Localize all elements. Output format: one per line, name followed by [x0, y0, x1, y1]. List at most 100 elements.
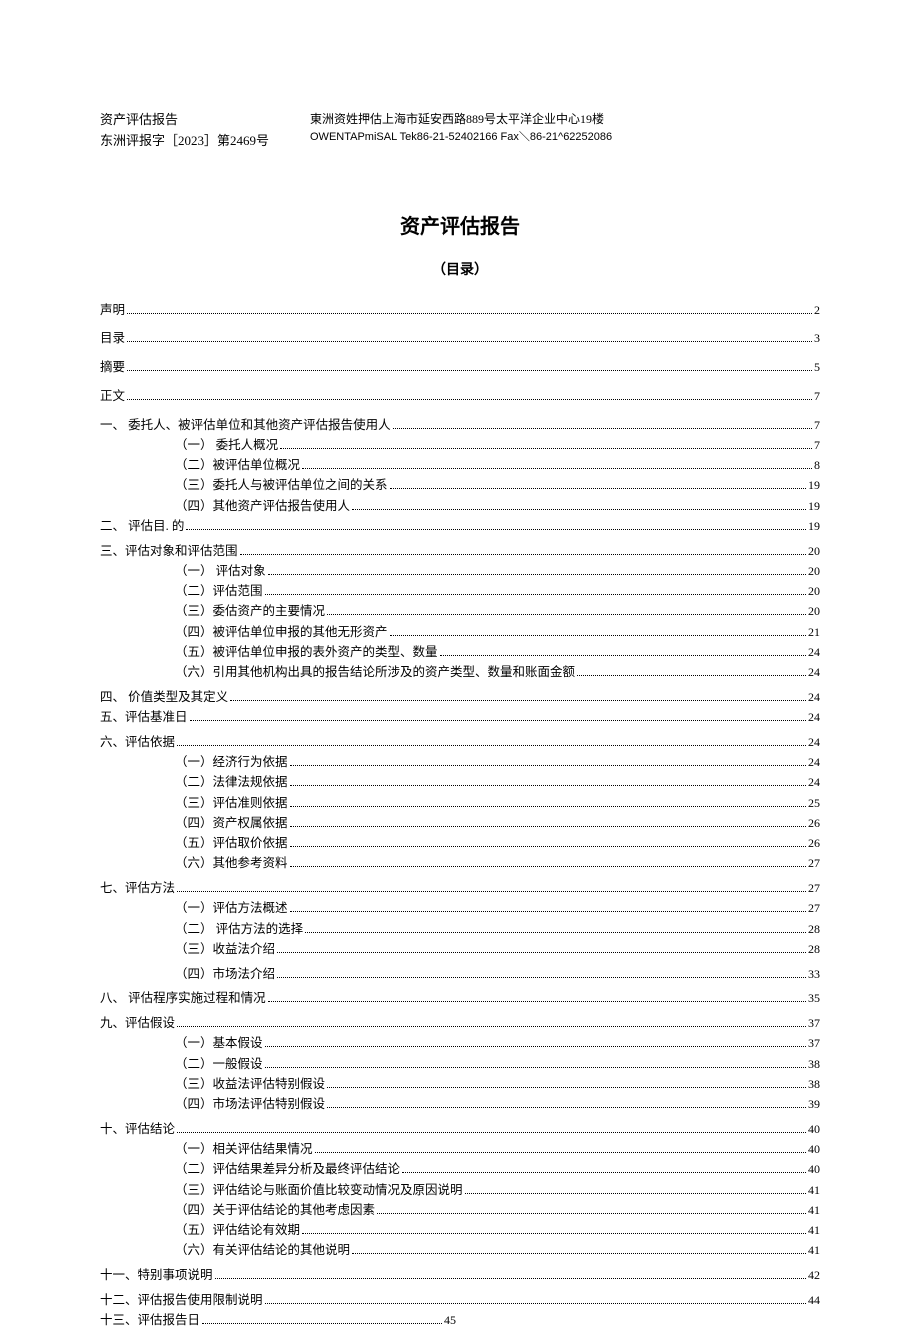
toc-page-number: 41	[808, 1201, 820, 1219]
toc-leader-dots	[577, 675, 806, 676]
toc-leader-dots	[127, 370, 812, 371]
toc-leader-dots	[177, 1132, 806, 1133]
toc-row: （六）引用其他机构出具的报告结论所涉及的资产类型、数量和账面金额24	[100, 663, 820, 682]
report-number: 东洲评报字［2023］第2469号	[100, 131, 300, 152]
toc-entry-label: 声明	[100, 301, 125, 320]
toc-entry-label: 九、评估假设	[100, 1014, 175, 1033]
toc-entry-label: （三）收益法评估特别假设	[175, 1075, 325, 1094]
toc-leader-dots	[440, 655, 806, 656]
toc-entry-label: 十一、特别事项说明	[100, 1266, 213, 1285]
toc-entry-label: （三）收益法介绍	[175, 940, 275, 959]
toc-page-number: 19	[808, 517, 820, 535]
toc-row: （一）基本假设37	[100, 1034, 820, 1053]
toc-page-number: 38	[808, 1055, 820, 1073]
toc-entry-label: （二）法律法规依据	[175, 773, 288, 792]
toc-entry-label: 目录	[100, 329, 125, 348]
toc-leader-dots	[265, 1067, 806, 1068]
toc-page-number: 26	[808, 834, 820, 852]
toc-entry-label: （一） 评估对象	[175, 562, 266, 581]
toc-page-number: 28	[808, 940, 820, 958]
toc-page-number: 20	[808, 542, 820, 560]
toc-row: 一、 委托人、被评估单位和其他资产评估报告使用人 7	[100, 416, 820, 435]
toc-page-number: 24	[808, 733, 820, 751]
toc-entry-label: （一）评估方法概述	[175, 899, 288, 918]
toc-row: （三）收益法评估特别假设38	[100, 1075, 820, 1094]
toc-leader-dots	[352, 1253, 806, 1254]
toc-row: （一） 委托人概况7	[100, 436, 820, 455]
toc-leader-dots	[390, 488, 806, 489]
toc-page-number: 26	[808, 814, 820, 832]
toc-row: （三）委估资产的主要情况20	[100, 602, 820, 621]
toc-entry-label: 十二、评估报告使用限制说明	[100, 1291, 263, 1310]
toc-row: （三）评估结论与账面价值比较变动情况及原因说明41	[100, 1181, 820, 1200]
toc-leader-dots	[177, 745, 806, 746]
toc-entry-label: （三）评估准则依据	[175, 794, 288, 813]
toc-row: 十三、评估报告日45	[100, 1311, 820, 1330]
toc-row: （五）评估结论有效期 41	[100, 1221, 820, 1240]
toc-entry-label: 十、评估结论	[100, 1120, 175, 1139]
toc-entry-label: （一） 委托人概况	[175, 436, 278, 455]
toc-page-number: 5	[814, 358, 820, 376]
toc-leader-dots	[302, 468, 812, 469]
toc-entry-label: （一）基本假设	[175, 1034, 263, 1053]
toc-entry-label: 六、评估依据	[100, 733, 175, 752]
toc-page-number: 7	[814, 387, 820, 405]
toc-entry-label: 三、评估对象和评估范围	[100, 542, 238, 561]
toc-leader-dots	[230, 700, 806, 701]
toc-row: 九、评估假设37	[100, 1014, 820, 1033]
toc-entry-label: （四）市场法评估特别假设	[175, 1095, 325, 1114]
toc-page-number: 7	[814, 416, 820, 434]
toc-leader-dots	[186, 529, 806, 530]
toc-leader-dots	[290, 765, 806, 766]
toc-leader-dots	[177, 891, 806, 892]
toc-entry-label: （六）有关评估结论的其他说明	[175, 1241, 350, 1260]
toc-leader-dots	[265, 1303, 806, 1304]
toc-leader-dots	[302, 1233, 806, 1234]
toc-leader-dots	[290, 826, 806, 827]
toc-page-number: 20	[808, 602, 820, 620]
toc-leader-dots	[315, 1152, 806, 1153]
toc-leader-dots	[393, 428, 812, 429]
toc-entry-label: 一、 委托人、被评估单位和其他资产评估报告使用人	[100, 416, 391, 435]
toc-entry-label: （二）一般假设	[175, 1055, 263, 1074]
toc-leader-dots	[290, 846, 806, 847]
toc-row: （四）其他资产评估报告使用人19	[100, 497, 820, 516]
toc-row: 三、评估对象和评估范围 20	[100, 542, 820, 561]
toc-page-number: 20	[808, 582, 820, 600]
toc-page-number: 40	[808, 1120, 820, 1138]
toc-leader-dots	[377, 1213, 806, 1214]
toc-page-number: 24	[808, 663, 820, 681]
toc-page-number: 41	[808, 1221, 820, 1239]
toc-row: （六）其他参考资料27	[100, 854, 820, 873]
toc-row: （一） 评估对象20	[100, 562, 820, 581]
toc-row: （三）收益法介绍 28	[100, 940, 820, 959]
toc-page-number: 42	[808, 1266, 820, 1284]
toc-leader-dots	[327, 614, 806, 615]
toc-row: （二）评估范围20	[100, 582, 820, 601]
toc-leader-dots	[268, 574, 806, 575]
toc-entry-label: （五）被评估单位申报的表外资产的类型、数量	[175, 643, 438, 662]
toc-entry-label: （五）评估结论有效期	[175, 1221, 300, 1240]
company-contact: OWENTAPmiSAL Tek86-21-52402166 Fax＼86-21…	[310, 129, 820, 147]
toc-entry-label: 五、评估基准日	[100, 708, 188, 727]
toc-row: （一）相关评估结果情况40	[100, 1140, 820, 1159]
toc-row: （一）评估方法概述27	[100, 899, 820, 918]
report-type-label: 资产评估报告	[100, 110, 300, 131]
toc-page-number: 24	[808, 773, 820, 791]
toc-leader-dots	[290, 785, 806, 786]
toc-page-number: 33	[808, 965, 820, 983]
toc-entry-label: 正文	[100, 387, 125, 406]
toc-page-number: 45	[444, 1311, 456, 1329]
toc-page-number: 24	[808, 643, 820, 661]
toc-row: （四）资产权属依据26	[100, 814, 820, 833]
toc-row: （二） 评估方法的选择28	[100, 920, 820, 939]
toc-row: 十二、评估报告使用限制说明44	[100, 1291, 820, 1310]
toc-row: 目录3	[100, 329, 820, 348]
toc-leader-dots	[215, 1278, 806, 1279]
toc-row: 六、评估依据 24	[100, 733, 820, 752]
toc-row: （一）经济行为依据24	[100, 753, 820, 772]
toc-row: （四）关于评估结论的其他考虑因素41	[100, 1201, 820, 1220]
toc-row: 十、评估结论 40	[100, 1120, 820, 1139]
toc-row: （三）评估准则依据25	[100, 794, 820, 813]
toc-page-number: 24	[808, 753, 820, 771]
